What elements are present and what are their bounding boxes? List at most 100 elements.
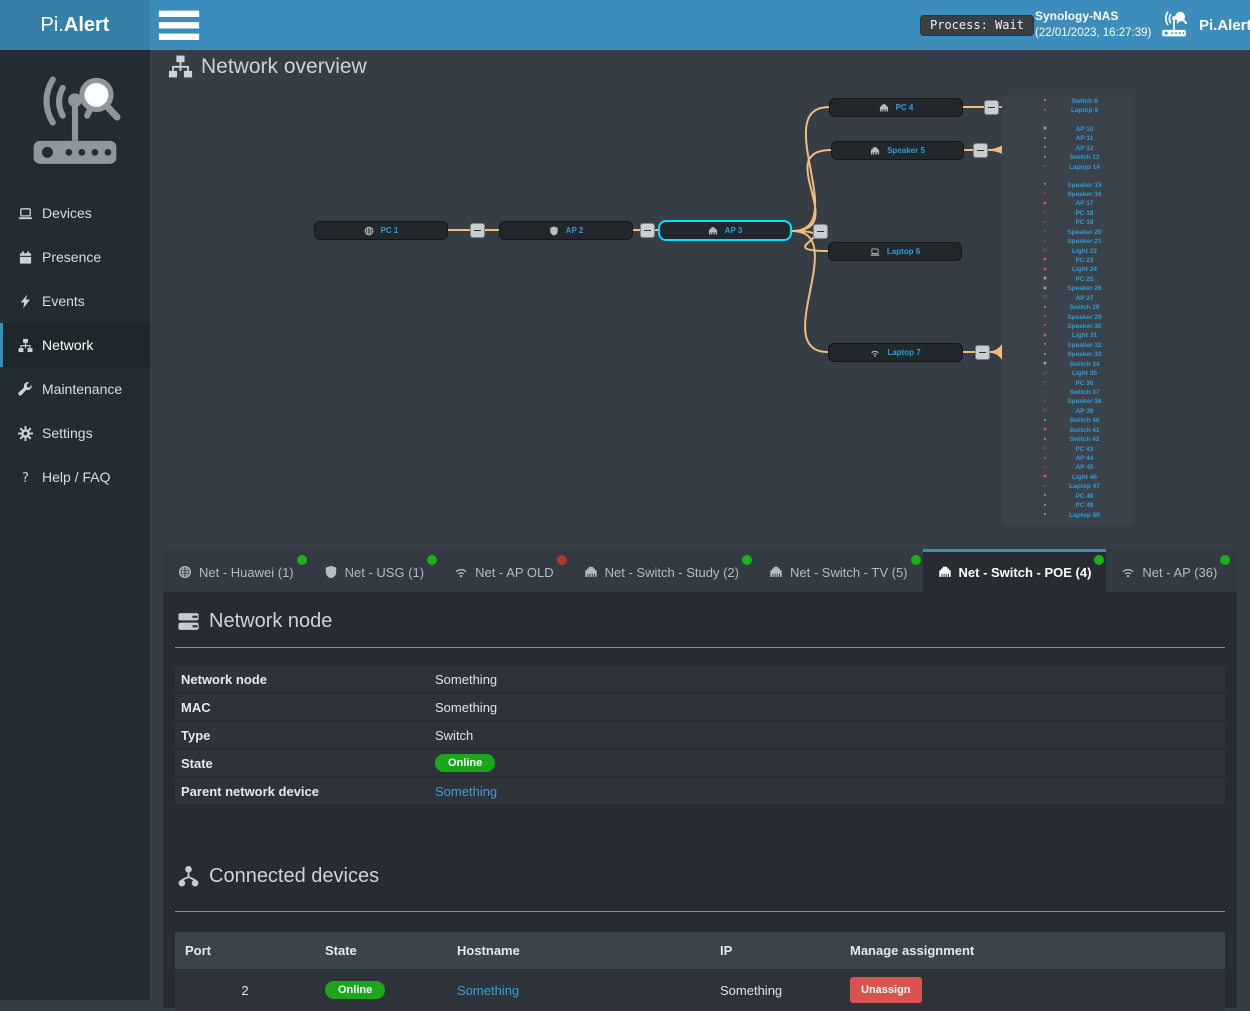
collapse-button[interactable] [984, 100, 999, 115]
device-list-item-ap-12[interactable]: ▪AP 12 [1008, 143, 1117, 153]
device-label: AP 39 [1052, 408, 1117, 415]
device-list-item-speaker-30[interactable]: ▪Speaker 30 [1008, 321, 1117, 331]
device-list-item-pc-36[interactable]: ▫PC 36 [1008, 378, 1117, 388]
device-list-item-light-46[interactable]: ●Light 46 [1008, 472, 1117, 482]
collapse-button[interactable] [813, 224, 828, 239]
collapse-button[interactable] [470, 223, 485, 238]
sidebar: Devices Presence EventsNetworkMaintenance S… [0, 50, 150, 1000]
device-list-item-pc-19[interactable]: ▫PC 19 [1008, 218, 1117, 228]
device-label: AP 10 [1052, 126, 1117, 133]
sidebar-item-network[interactable]: Network [0, 323, 150, 367]
network-node-ap3[interactable]: AP 3 [658, 220, 792, 241]
network-tabs-bar: Net - Huawei (1) Net - USG (1) Net - AP OL… [163, 549, 1237, 592]
device-list-item-ap-10[interactable]: ●AP 10 [1008, 124, 1117, 134]
unassign-button[interactable]: Unassign [850, 977, 922, 1003]
collapse-button[interactable] [975, 345, 990, 360]
wrench-icon [18, 382, 33, 397]
device-label: Laptop 47 [1052, 483, 1117, 490]
device-label: Switch 28 [1052, 304, 1117, 311]
device-list-item-laptop-14[interactable]: ▫Laptop 14 [1008, 162, 1117, 172]
network-node-ap2[interactable]: AP 2 [499, 221, 633, 240]
ethernet-icon [879, 103, 889, 113]
router-scan-icon [1158, 11, 1190, 39]
tab-label: Net - Switch - Study (2) [605, 565, 739, 580]
device-list-item-switch-8[interactable]: ▪Switch 8 [1008, 96, 1117, 106]
network-node-laptop6[interactable]: Laptop 6 [828, 242, 962, 261]
device-label: Speaker 29 [1052, 314, 1117, 321]
device-list-item-laptop-50[interactable]: ▪Laptop 50 [1008, 510, 1117, 520]
ethernet-icon [870, 146, 880, 156]
laptop-icon [870, 247, 880, 257]
network-node-laptop7[interactable]: Laptop 7 [828, 343, 963, 362]
tab-net-switch-study-2[interactable]: Net - Switch - Study (2) [569, 549, 754, 592]
row-value: Something [435, 700, 497, 715]
calendar-icon [18, 250, 33, 265]
tab-net-ap-old[interactable]: Net - AP OLD [439, 549, 569, 592]
device-label: AP 27 [1052, 295, 1117, 302]
wifi-icon [870, 348, 880, 358]
network-node-pc1[interactable]: PC 1 [314, 221, 448, 240]
device-icon: ▫ [1038, 378, 1052, 388]
tab-net-huawei-1[interactable]: Net - Huawei (1) [163, 549, 309, 592]
brand-logo[interactable]: Pi.Alert [0, 0, 150, 50]
device-list-item-pc-23[interactable]: ●PC 23 [1008, 255, 1117, 265]
tab-label: Net - AP (36) [1142, 565, 1217, 580]
device-label: Laptop 14 [1052, 164, 1117, 171]
sitemap-icon [168, 54, 193, 79]
tab-net-usg-1[interactable]: Net - USG (1) [309, 549, 439, 592]
device-list-item-speaker-16[interactable]: ▫Speaker 16 [1008, 189, 1117, 199]
row-label: Network node [175, 672, 435, 687]
sidebar-item-settings[interactable]: Settings [0, 411, 150, 455]
network-node-row-network-node: Network nodeSomething [175, 666, 1225, 692]
device-list-item-laptop-9[interactable]: ▪Laptop 9 [1008, 106, 1117, 116]
sidebar-item-presence[interactable]: Presence [0, 235, 150, 279]
device-label: Switch 42 [1052, 436, 1117, 443]
network-node-row-parent-network-device: Parent network deviceSomething [175, 778, 1225, 804]
device-list-item-speaker-26[interactable]: ●Speaker 26 [1008, 284, 1117, 294]
network-node-row-type: TypeSwitch [175, 722, 1225, 748]
collapse-button[interactable] [640, 223, 655, 238]
device-list-item-switch-13[interactable]: ▪Switch 13 [1008, 153, 1117, 163]
page-title-text: Network overview [201, 55, 367, 79]
globe-icon [178, 565, 192, 579]
sidebar-item-label: Presence [42, 249, 101, 265]
device-label: Speaker 15 [1052, 182, 1117, 189]
state-cell: Online [315, 981, 447, 999]
header-app: Pi.Alert [1158, 0, 1250, 50]
device-label: Switch 37 [1052, 389, 1117, 396]
network-node-pc4[interactable]: PC 4 [829, 98, 963, 117]
device-label: Speaker 21 [1052, 238, 1117, 245]
tab-net-switch-tv-5[interactable]: Net - Switch - TV (5) [754, 549, 923, 592]
tab-net-switch-poe-4[interactable]: Net - Switch - POE (4) [923, 549, 1107, 592]
device-list-item-pc-43[interactable]: ○PC 43 [1008, 444, 1117, 454]
device-icon: ▫ [1038, 162, 1052, 172]
row-label: Parent network device [175, 784, 435, 799]
tree-icon [177, 865, 200, 888]
sidebar-item-maintenance[interactable]: Maintenance [0, 367, 150, 411]
device-list-item-ap-39[interactable]: ○AP 39 [1008, 406, 1117, 416]
app-name: Pi.Alert [1199, 17, 1250, 34]
sidebar-toggle-button[interactable] [156, 0, 202, 50]
sidebar-item-label: Settings [42, 425, 93, 441]
device-label: Speaker 33 [1052, 351, 1117, 358]
tab-label: Net - Huawei (1) [199, 565, 294, 580]
pialert-logo-icon [26, 72, 124, 176]
sidebar-item-events[interactable]: Events [0, 279, 150, 323]
sitemap-icon [18, 338, 33, 353]
tab-net-ap-36[interactable]: Net - AP (36) [1106, 549, 1232, 592]
parent-device-link[interactable]: Something [435, 784, 497, 799]
port-value: 2 [175, 983, 315, 998]
tab-status-dot-green [297, 555, 307, 565]
collapse-button[interactable] [973, 143, 988, 158]
network-node-speaker5[interactable]: Speaker 5 [831, 141, 964, 160]
tab-label: Net - AP OLD [475, 565, 554, 580]
device-list-item-ap-11[interactable]: ▪AP 11 [1008, 134, 1117, 144]
sidebar-item-devices[interactable]: Devices [0, 191, 150, 235]
hostname-link[interactable]: Something [457, 983, 519, 998]
device-label: Switch 8 [1052, 98, 1117, 105]
device-label: PC 43 [1052, 446, 1117, 453]
hostname-cell: Something [447, 983, 710, 998]
device-list-item-speaker-33[interactable]: ▪Speaker 33 [1008, 350, 1117, 360]
device-label: Switch 34 [1052, 361, 1117, 368]
sidebar-item-help[interactable]: ?Help / FAQ [0, 455, 150, 499]
